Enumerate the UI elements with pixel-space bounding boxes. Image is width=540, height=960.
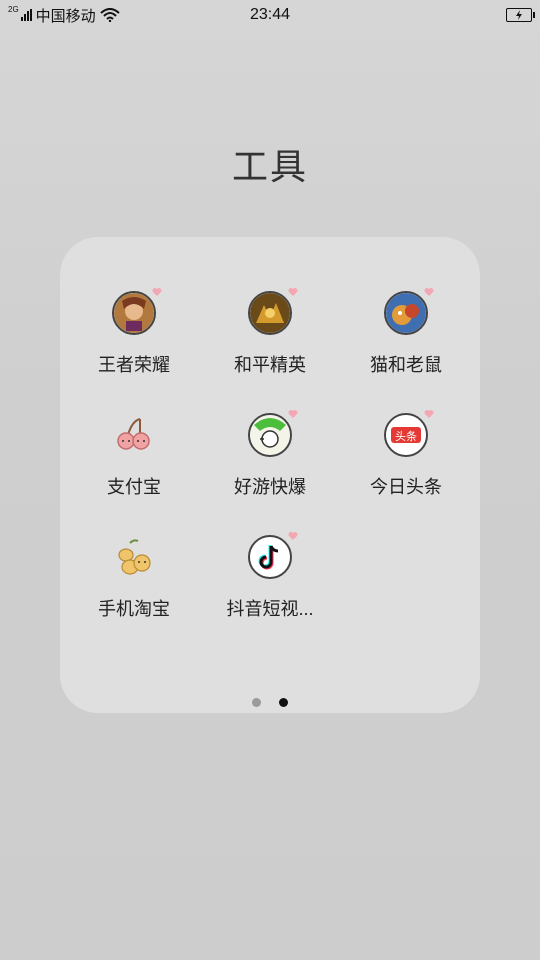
haoyou-kuaibao-icon xyxy=(248,413,292,457)
page-indicator[interactable] xyxy=(60,698,480,707)
app-grid: 王者荣耀 和平精英 猫和老鼠 支付宝 好游快爆 头条 今日头条 手机淘宝 抖音短… xyxy=(60,288,480,621)
app-label: 王者荣耀 xyxy=(98,355,170,375)
status-bar: 2G 中国移动 23:44 xyxy=(0,0,540,30)
svg-text:头条: 头条 xyxy=(395,429,417,443)
new-heart-icon xyxy=(152,288,162,296)
app-label: 猫和老鼠 xyxy=(370,355,442,375)
peace-elite-icon xyxy=(248,291,292,335)
app-honor-of-kings[interactable]: 王者荣耀 xyxy=(66,288,202,377)
app-label: 今日头条 xyxy=(370,477,442,497)
new-heart-icon xyxy=(288,532,298,540)
app-peace-elite[interactable]: 和平精英 xyxy=(202,288,338,377)
app-label: 支付宝 xyxy=(107,477,161,497)
app-label: 抖音短视... xyxy=(226,599,314,619)
status-left: 2G 中国移动 xyxy=(8,5,120,26)
tom-and-jerry-icon xyxy=(384,291,428,335)
toutiao-icon: 头条 xyxy=(384,413,428,457)
page-dot-1[interactable] xyxy=(252,698,261,707)
douyin-icon xyxy=(248,535,292,579)
carrier-name: 中国移动 xyxy=(35,7,96,25)
app-folder: 王者荣耀 和平精英 猫和老鼠 支付宝 好游快爆 头条 今日头条 手机淘宝 抖音短… xyxy=(60,237,480,713)
app-taobao[interactable]: 手机淘宝 xyxy=(66,533,202,621)
app-haoyou-kuaibao[interactable]: 好游快爆 xyxy=(202,410,338,499)
loquat-placeholder-icon xyxy=(118,539,151,575)
signal-icon xyxy=(20,9,32,21)
app-label: 手机淘宝 xyxy=(98,599,170,619)
app-tom-and-jerry[interactable]: 猫和老鼠 xyxy=(338,288,474,377)
honor-of-kings-icon xyxy=(112,291,156,335)
new-heart-icon xyxy=(288,288,298,296)
app-label: 和平精英 xyxy=(234,355,306,375)
wifi-icon xyxy=(100,8,120,22)
new-heart-icon xyxy=(424,288,434,296)
cherry-placeholder-icon xyxy=(117,418,150,450)
new-heart-icon xyxy=(424,410,434,418)
folder-title[interactable]: 工具 xyxy=(0,138,540,190)
app-alipay[interactable]: 支付宝 xyxy=(66,411,202,499)
app-douyin[interactable]: 抖音短视... xyxy=(202,532,338,621)
app-label: 好游快爆 xyxy=(234,477,306,497)
new-heart-icon xyxy=(288,410,298,418)
network-type: 2G xyxy=(8,4,19,14)
app-toutiao[interactable]: 头条 今日头条 xyxy=(338,410,474,499)
battery-charging-icon xyxy=(506,8,535,22)
page-dot-2-active[interactable] xyxy=(279,698,288,707)
